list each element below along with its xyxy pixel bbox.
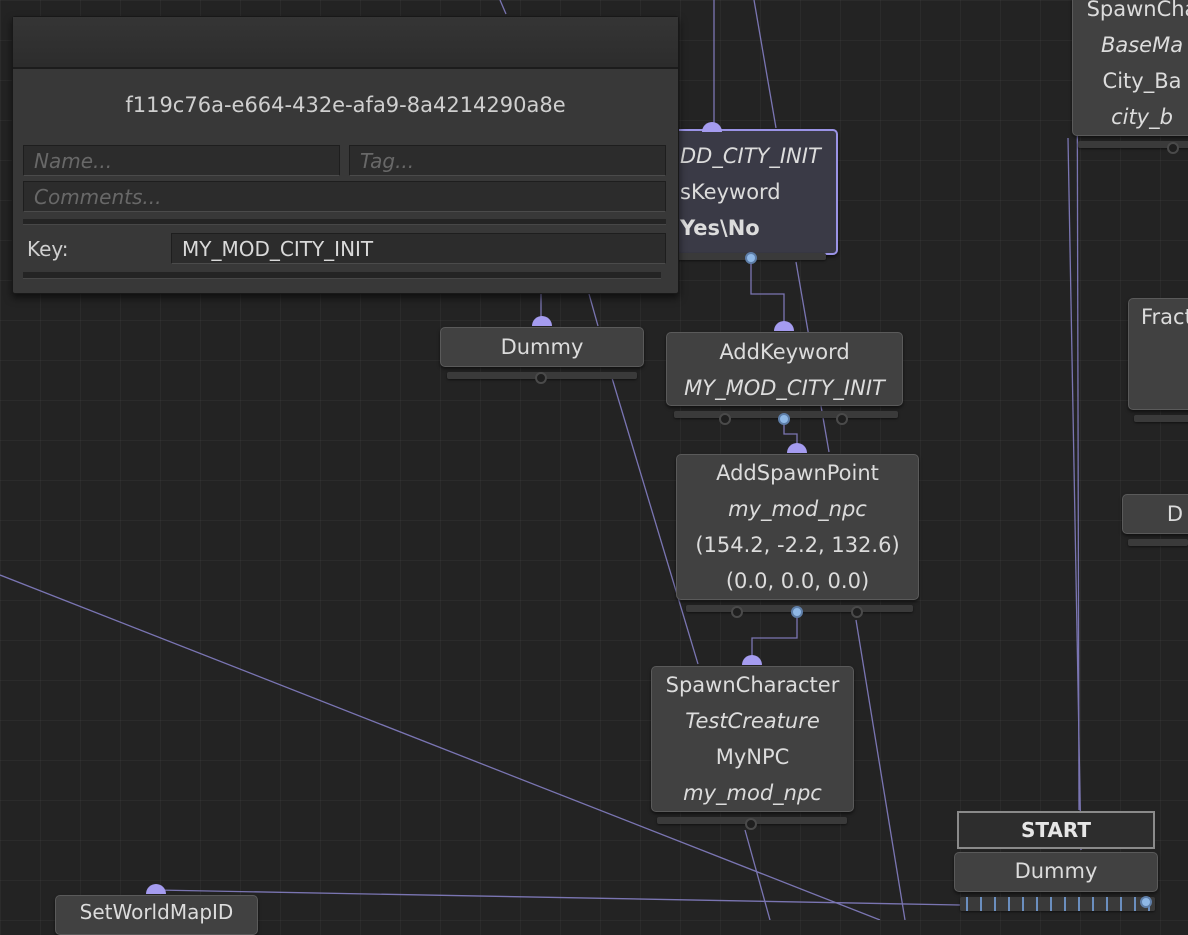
comments-input[interactable]	[23, 181, 666, 212]
node-line: my_mod_npc	[683, 781, 822, 805]
input-port[interactable]	[146, 884, 166, 894]
spawn-character-node-partial[interactable]: SpawnCha BaseMa City_Ba city_b	[1072, 0, 1188, 136]
wire	[588, 293, 599, 327]
wire	[753, 0, 777, 129]
spawn-character-node[interactable]: SpawnCharacter TestCreature MyNPC my_mod…	[651, 666, 854, 812]
node-title: Fract	[1141, 305, 1188, 329]
node-line: (0.0, 0.0, 0.0)	[725, 569, 870, 593]
output-port[interactable]	[1140, 896, 1152, 908]
node-line: Yes\No	[680, 216, 760, 240]
wire	[750, 262, 785, 322]
node-title: SetWorldMapID	[79, 900, 234, 924]
input-port[interactable]	[787, 443, 807, 453]
node-footer	[1128, 539, 1188, 546]
node-line: sKeyword	[680, 180, 781, 204]
output-port[interactable]	[836, 413, 848, 425]
node-line: my_mod_npc	[728, 497, 867, 521]
node-title: SpawnCharacter	[665, 673, 840, 697]
node-title: Dummy	[500, 335, 584, 359]
input-port[interactable]	[702, 122, 722, 132]
input-port[interactable]	[774, 321, 794, 331]
wire	[499, 0, 507, 15]
output-port[interactable]	[851, 606, 863, 618]
output-port[interactable]	[745, 818, 757, 830]
selected-node[interactable]: DD_CITY_INIT sKeyword Yes\No	[660, 129, 838, 255]
node-footer	[1134, 415, 1188, 422]
node-line: MY_MOD_CITY_INIT	[684, 376, 885, 400]
node-title: D	[1166, 502, 1183, 526]
dummy-node[interactable]: Dummy	[440, 327, 644, 367]
node-line: MyNPC	[715, 745, 790, 769]
start-dummy-node[interactable]: Dummy	[954, 852, 1158, 892]
key-label: Key:	[27, 237, 69, 261]
set-world-map-id-node[interactable]: SetWorldMapID	[55, 895, 258, 935]
node-footer	[960, 897, 1155, 911]
node-title: AddSpawnPoint	[716, 461, 879, 485]
input-port[interactable]	[742, 655, 762, 665]
output-port[interactable]	[731, 606, 743, 618]
output-port[interactable]	[778, 413, 790, 425]
add-spawn-point-node[interactable]: AddSpawnPoint my_mod_npc (154.2, -2.2, 1…	[676, 454, 919, 600]
node-title: AddKeyword	[719, 340, 850, 364]
node-title: SpawnCha	[1086, 0, 1188, 21]
add-keyword-node[interactable]: AddKeyword MY_MOD_CITY_INIT	[666, 332, 903, 406]
name-input[interactable]	[23, 145, 340, 176]
node-line: (154.2, -2.2, 132.6)	[695, 533, 900, 557]
input-port[interactable]	[532, 316, 552, 326]
divider	[23, 219, 666, 225]
output-port[interactable]	[1167, 142, 1179, 154]
divider	[23, 272, 661, 279]
panel-header[interactable]	[13, 17, 678, 69]
tag-input[interactable]	[349, 145, 666, 176]
key-input[interactable]	[171, 233, 666, 264]
start-label: START	[957, 811, 1155, 849]
output-port[interactable]	[535, 372, 547, 384]
node-title: Dummy	[1014, 859, 1098, 883]
node-line: TestCreature	[685, 709, 820, 733]
node-line: city_b	[1111, 105, 1173, 129]
node-line: BaseMa	[1100, 33, 1184, 57]
output-port[interactable]	[791, 606, 803, 618]
output-port[interactable]	[745, 252, 757, 264]
wire	[155, 889, 961, 906]
node-inspector-panel: f119c76a-e664-432e-afa9-8a4214290a8e Key…	[12, 16, 679, 294]
wire	[1067, 137, 1082, 851]
output-port[interactable]	[719, 413, 731, 425]
wire	[855, 619, 906, 920]
partial-node[interactable]: D	[1122, 494, 1188, 534]
node-line: City_Ba	[1102, 69, 1182, 93]
node-guid: f119c76a-e664-432e-afa9-8a4214290a8e	[125, 93, 566, 117]
fraction-node-partial[interactable]: Fract	[1128, 298, 1188, 410]
wire	[744, 829, 771, 920]
node-line: DD_CITY_INIT	[680, 144, 821, 168]
wire	[751, 614, 798, 656]
